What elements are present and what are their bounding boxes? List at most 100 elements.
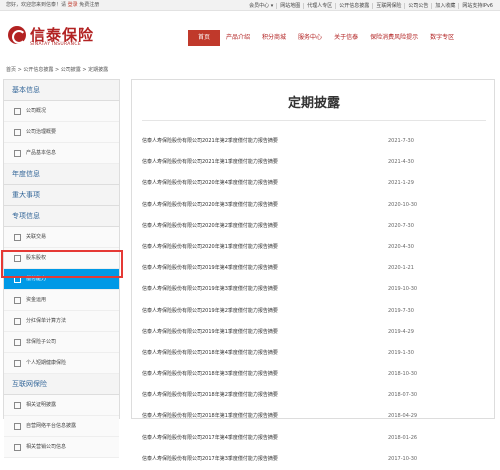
list-item[interactable]: 信泰人寿保险股份有限公司2018年第1季度偿付能力报告摘要 2018-04-29 (142, 406, 486, 427)
report-date: 2020-1-21 (388, 265, 414, 272)
report-title-link[interactable]: 信泰人寿保险股份有限公司2018年第4季度偿付能力报告摘要 (142, 343, 278, 364)
list-item[interactable]: 信泰人寿保险股份有限公司2020年第4季度偿付能力报告摘要 2021-1-29 (142, 173, 486, 194)
report-title-link[interactable]: 信泰人寿保险股份有限公司2018年第1季度偿付能力报告摘要 (142, 406, 278, 427)
section-major-events[interactable]: 重大事项 (4, 185, 119, 206)
sidebar-item-product-info[interactable]: 产品基本信息 (4, 143, 119, 164)
sidebar-item-label: 关联交易 (26, 234, 47, 240)
sidebar-item-subsidiary[interactable]: 非保险子公司 (4, 332, 119, 353)
top-link-disclosure[interactable]: 公开信息披露 (335, 3, 372, 9)
sidebar-item-label: 公司治理概要 (26, 129, 57, 135)
report-date: 2019-1-30 (388, 349, 414, 356)
list-item[interactable]: 信泰人寿保险股份有限公司2019年第3季度偿付能力报告摘要 2019-10-30 (142, 279, 486, 300)
report-title-link[interactable]: 信泰人寿保险股份有限公司2021年第1季度偿付能力报告摘要 (142, 152, 278, 173)
top-link-internet-insurance[interactable]: 互联网保险 (372, 3, 404, 9)
sidebar-item-governance[interactable]: 公司治理概要 (4, 122, 119, 143)
list-item[interactable]: 信泰人寿保险股份有限公司2020年第3季度偿付能力报告摘要 2020-10-30 (142, 195, 486, 216)
sidebar-item-company-overview[interactable]: 公司概况 (4, 101, 119, 122)
wallet-icon (14, 297, 21, 304)
list-item[interactable]: 信泰人寿保险股份有限公司2020年第2季度偿付能力报告摘要 2020-7-30 (142, 216, 486, 237)
top-bar: 您好，欢迎您来到信泰！请 登录 免费注册 会员中心 ▾ 网站地图 代理人专区 公… (0, 0, 500, 11)
document-icon (14, 234, 21, 241)
logo-mark-icon (8, 26, 26, 44)
sidebar-item-label: 相关营销公司信息 (26, 444, 67, 450)
list-item[interactable]: 信泰人寿保险股份有限公司2020年第1季度偿付能力报告摘要 2020-4-30 (142, 237, 486, 258)
top-link-sitemap[interactable]: 网站地图 (276, 3, 303, 9)
sidebar-item-related-transactions[interactable]: 关联交易 (4, 227, 119, 248)
sidebar-item-label: 自营网络平台信息披露 (26, 423, 77, 429)
report-date: 2021-4-30 (388, 159, 414, 166)
list-item[interactable]: 信泰人寿保险股份有限公司2018年第3季度偿付能力报告摘要 2018-10-30 (142, 364, 486, 385)
nav-products[interactable]: 产品介绍 (220, 30, 256, 46)
report-title-link[interactable]: 信泰人寿保险股份有限公司2017年第3季度偿付能力报告摘要 (142, 449, 278, 470)
section-annual-info[interactable]: 年度信息 (4, 164, 119, 185)
sidebar-item-shareholders[interactable]: 股东股权 (4, 248, 119, 269)
main-content: 定期披露 信泰人寿保险股份有限公司2021年第2季度偿付能力报告摘要 2021-7… (131, 79, 495, 462)
sidebar-item-short-health[interactable]: 个人短期健康保险 (4, 353, 119, 374)
nav-digital-zone[interactable]: 数字专区 (424, 30, 460, 46)
report-title-link[interactable]: 信泰人寿保险股份有限公司2019年第4季度偿付能力报告摘要 (142, 258, 278, 279)
sidebar-item-solvency[interactable]: 偿付能力 (4, 269, 119, 290)
list-item[interactable]: 信泰人寿保险股份有限公司2021年第2季度偿付能力报告摘要 2021-7-30 (142, 131, 486, 152)
list-item[interactable]: 信泰人寿保险股份有限公司2017年第3季度偿付能力报告摘要 2017-10-30 (142, 449, 486, 470)
section-special-info[interactable]: 专项信息 (4, 206, 119, 227)
user-icon (14, 339, 21, 346)
report-date: 2018-04-29 (388, 413, 418, 420)
report-date: 2018-10-30 (388, 371, 418, 378)
nav-home[interactable]: 首页 (188, 30, 221, 46)
report-title-link[interactable]: 信泰人寿保险股份有限公司2019年第1季度偿付能力报告摘要 (142, 322, 278, 343)
report-date: 2019-4-29 (388, 328, 414, 335)
logo[interactable]: 信泰保险 SINATAY INSURANCE (8, 24, 118, 54)
nav-points-mall[interactable]: 积分商城 (256, 30, 292, 46)
top-link-member-center[interactable]: 会员中心 ▾ (246, 3, 276, 9)
report-title-link[interactable]: 信泰人寿保险股份有限公司2020年第4季度偿付能力报告摘要 (142, 173, 278, 194)
sidebar-item-platform-disclosure[interactable]: 自营网络平台信息披露 (4, 416, 119, 437)
list-item[interactable]: 信泰人寿保险股份有限公司2019年第1季度偿付能力报告摘要 2019-4-29 (142, 322, 486, 343)
report-title-link[interactable]: 信泰人寿保险股份有限公司2020年第3季度偿付能力报告摘要 (142, 195, 278, 216)
nav-risk-notice[interactable]: 保险消费风险提示 (364, 30, 424, 46)
report-date: 2018-01-26 (388, 434, 418, 441)
sidebar-item-dividend-method[interactable]: 分红保单计算方法 (4, 311, 119, 332)
section-internet-insurance[interactable]: 互联网保险 (4, 374, 119, 395)
register-link[interactable]: 免费注册 (79, 2, 99, 8)
list-item[interactable]: 信泰人寿保险股份有限公司2017年第4季度偿付能力报告摘要 2018-01-26 (142, 428, 486, 449)
report-date: 2018-07-30 (388, 392, 418, 399)
sidebar-item-label: 非保险子公司 (26, 339, 57, 345)
report-title-link[interactable]: 信泰人寿保险股份有限公司2021年第2季度偿付能力报告摘要 (142, 131, 278, 152)
divider (142, 120, 486, 121)
list-item[interactable]: 信泰人寿保险股份有限公司2018年第4季度偿付能力报告摘要 2019-1-30 (142, 343, 486, 364)
section-basic-info[interactable]: 基本信息 (4, 80, 119, 101)
sidebar-item-certificates[interactable]: 相关证明披露 (4, 395, 119, 416)
report-title-link[interactable]: 信泰人寿保险股份有限公司2018年第3季度偿付能力报告摘要 (142, 364, 278, 385)
sidebar-item-fund-use[interactable]: 资金运用 (4, 290, 119, 311)
sidebar-item-label: 偿付能力 (26, 276, 47, 282)
sidebar-item-label: 产品基本信息 (26, 150, 57, 156)
report-title-link[interactable]: 信泰人寿保险股份有限公司2019年第3季度偿付能力报告摘要 (142, 279, 278, 300)
top-link-ipv6[interactable]: 网站支持IPv6 (458, 3, 496, 9)
list-item[interactable]: 信泰人寿保险股份有限公司2019年第4季度偿付能力报告摘要 2020-1-21 (142, 258, 486, 279)
list-item[interactable]: 信泰人寿保险股份有限公司2018年第2季度偿付能力报告摘要 2018-07-30 (142, 385, 486, 406)
list-item[interactable]: 信泰人寿保险股份有限公司2021年第1季度偿付能力报告摘要 2021-4-30 (142, 152, 486, 173)
logo-english-name: SINATAY INSURANCE (30, 42, 81, 47)
cart-icon (14, 276, 21, 283)
main-nav: 首页 产品介绍 积分商城 服务中心 关于信泰 保险消费风险提示 数字专区 (188, 30, 460, 46)
report-title-link[interactable]: 信泰人寿保险股份有限公司2018年第2季度偿付能力报告摘要 (142, 385, 278, 406)
welcome-text: 您好，欢迎您来到信泰！请 登录 免费注册 (6, 0, 99, 11)
document-icon (14, 318, 21, 325)
sidebar-item-marketing-info[interactable]: 相关营销公司信息 (4, 437, 119, 458)
nav-service-center[interactable]: 服务中心 (292, 30, 328, 46)
sidebar-item-label: 股东股权 (26, 255, 47, 261)
breadcrumb: 首页 > 公开信息披露 > 公司披露 > 定期披露 (6, 67, 109, 73)
top-link-agent-zone[interactable]: 代理人专区 (303, 3, 335, 9)
report-date: 2017-10-30 (388, 455, 418, 462)
nav-about[interactable]: 关于信泰 (328, 30, 364, 46)
report-title-link[interactable]: 信泰人寿保险股份有限公司2019年第2季度偿付能力报告摘要 (142, 301, 278, 322)
report-title-link[interactable]: 信泰人寿保险股份有限公司2020年第1季度偿付能力报告摘要 (142, 237, 278, 258)
disclosure-list: 信泰人寿保险股份有限公司2021年第2季度偿付能力报告摘要 2021-7-30 信泰… (142, 131, 486, 470)
top-link-favorite[interactable]: 加入收藏 (431, 3, 458, 9)
sidebar: 基本信息 公司概况 公司治理概要 产品基本信息 年度信息 重大事项 专项信息 关… (3, 79, 120, 458)
report-title-link[interactable]: 信泰人寿保险股份有限公司2017年第4季度偿付能力报告摘要 (142, 428, 278, 449)
list-item[interactable]: 信泰人寿保险股份有限公司2019年第2季度偿付能力报告摘要 2019-7-30 (142, 301, 486, 322)
report-title-link[interactable]: 信泰人寿保险股份有限公司2020年第2季度偿付能力报告摘要 (142, 216, 278, 237)
top-link-announcements[interactable]: 公司公告 (404, 3, 431, 9)
login-link[interactable]: 登录 (68, 2, 78, 8)
